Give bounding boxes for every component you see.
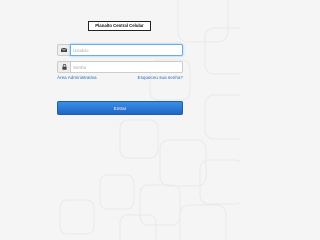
lock-icon [57, 61, 70, 73]
forgot-password-link[interactable]: Esqueceu sua senha? [138, 75, 183, 80]
password-group [57, 61, 183, 73]
username-group [57, 44, 183, 56]
site-logo: Planalto Central Celular [88, 21, 151, 31]
background-pattern [59, 0, 240, 240]
envelope-icon [57, 44, 70, 56]
login-button[interactable]: Entrar [57, 101, 183, 115]
password-input[interactable] [70, 61, 183, 73]
admin-area-link[interactable]: Área Administrativa [57, 75, 97, 80]
username-input[interactable] [70, 44, 183, 56]
